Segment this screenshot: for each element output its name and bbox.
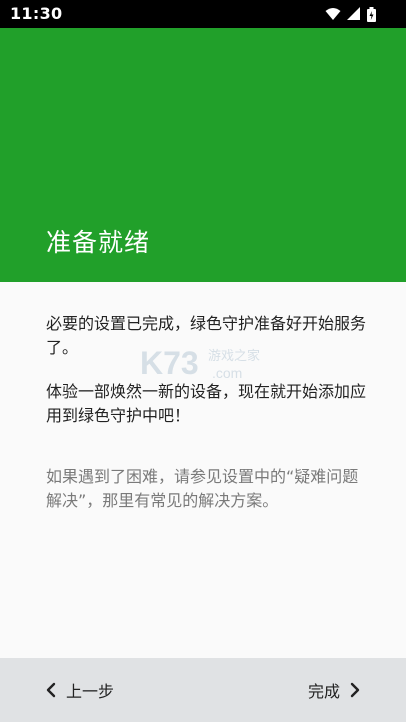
chevron-right-icon — [350, 682, 360, 698]
help-hint-text: 如果遇到了困难，请参见设置中的“疑难问题解决”，那里有常见的解决方案。 — [46, 467, 359, 510]
watermark-logo: K73 游戏之家 .com — [140, 345, 260, 381]
watermark-domain-text: .com — [212, 365, 242, 381]
footer-nav: 上一步 完成 — [0, 658, 406, 722]
chevron-left-icon — [46, 682, 56, 698]
wifi-icon — [325, 8, 341, 20]
finish-button-label: 完成 — [307, 682, 340, 701]
header-banner: 准备就绪 — [0, 28, 406, 282]
watermark-logo-text: K73 — [140, 345, 199, 381]
page-title: 准备就绪 — [46, 228, 151, 257]
back-button-label: 上一步 — [66, 682, 115, 701]
signal-icon — [347, 7, 360, 20]
status-bar: 11:30 — [0, 0, 406, 28]
content-area: 必要的设置已完成，绿色守护准备好开始服务了。 体验一部焕然一新的设备，现在就开始… — [0, 282, 406, 658]
status-icons — [325, 6, 376, 22]
battery-icon — [367, 6, 376, 22]
back-button[interactable]: 上一步 — [44, 676, 114, 704]
status-time: 11:30 — [10, 4, 63, 23]
finish-button[interactable]: 完成 — [308, 676, 362, 704]
watermark-site-text: 游戏之家 — [208, 348, 260, 364]
